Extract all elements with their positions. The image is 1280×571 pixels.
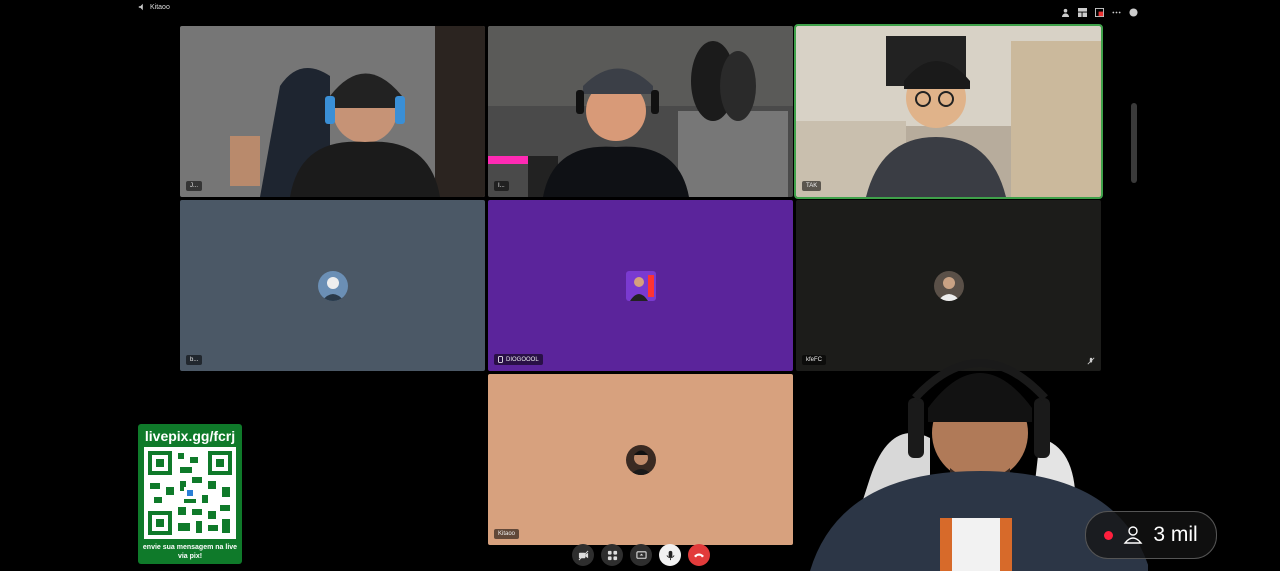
scrollbar[interactable] [1131,103,1137,183]
participant-name: I... [498,183,505,189]
hang-up-button[interactable] [688,544,710,566]
call-controls [572,544,710,566]
participant-avatar [625,444,656,475]
participant-name-tag: TAK [802,181,822,191]
video-tile[interactable]: Kitaoo [488,374,793,545]
channel-name: Kitaoo [150,3,170,11]
participant-name-tag: J... [186,181,203,191]
camera-off-icon [578,550,588,560]
video-tile[interactable]: TAK [794,24,1103,199]
participant-avatar [317,270,348,301]
participant-name: J... [190,183,199,189]
more-icon[interactable] [1112,4,1121,14]
livepix-message: envie sua mensagem na live via pix! [142,544,238,560]
participant-name-tag: b... [186,355,203,365]
channel-header: Kitaoo [138,3,170,11]
microphone-icon [665,550,675,560]
participant-name: b... [190,357,199,363]
video-tile[interactable]: J... [180,26,485,197]
speaker-icon [138,3,143,11]
participant-name-tag: DIOGOOOL [494,354,543,365]
livepix-panel: livepix.gg/fcrj envie sua mensagem na li… [138,424,242,564]
participant-video [488,26,793,197]
activities-button[interactable] [601,544,623,566]
person-icon [1123,526,1143,544]
participant-name: TAK [806,183,818,189]
mute-button[interactable] [659,544,681,566]
screen-share-icon [635,550,647,559]
people-icon[interactable] [1061,4,1070,17]
video-tile[interactable]: b... [180,200,485,371]
apps-grid-icon [607,550,617,560]
qr-code [144,447,236,539]
camera-off-button[interactable] [572,544,594,566]
participant-video [180,26,485,197]
live-indicator-icon [1104,530,1114,540]
video-tile[interactable]: DIOGOOOL [488,200,793,371]
video-tile[interactable]: I... [488,26,793,197]
participant-name: Kitaoo [498,531,516,537]
viewer-count: 3 mil [1153,523,1198,546]
popout-icon[interactable] [1095,4,1104,17]
phone-icon [498,356,503,363]
screen-share-button[interactable] [630,544,652,566]
grid-layout-icon[interactable] [1078,4,1087,17]
participant-video [796,26,1101,197]
participant-name-tag: Kitaoo [494,529,520,539]
participant-name-tag: I... [494,181,509,191]
chat-icon[interactable] [1129,4,1138,17]
participant-name: DIOGOOOL [506,356,539,363]
hang-up-icon [694,553,704,558]
top-bar: Kitaoo [0,0,1280,20]
participant-avatar [933,270,964,301]
participant-avatar [625,270,656,301]
viewer-count-badge: 3 mil [1085,511,1217,559]
livepix-url: livepix.gg/fcrj [144,428,236,444]
